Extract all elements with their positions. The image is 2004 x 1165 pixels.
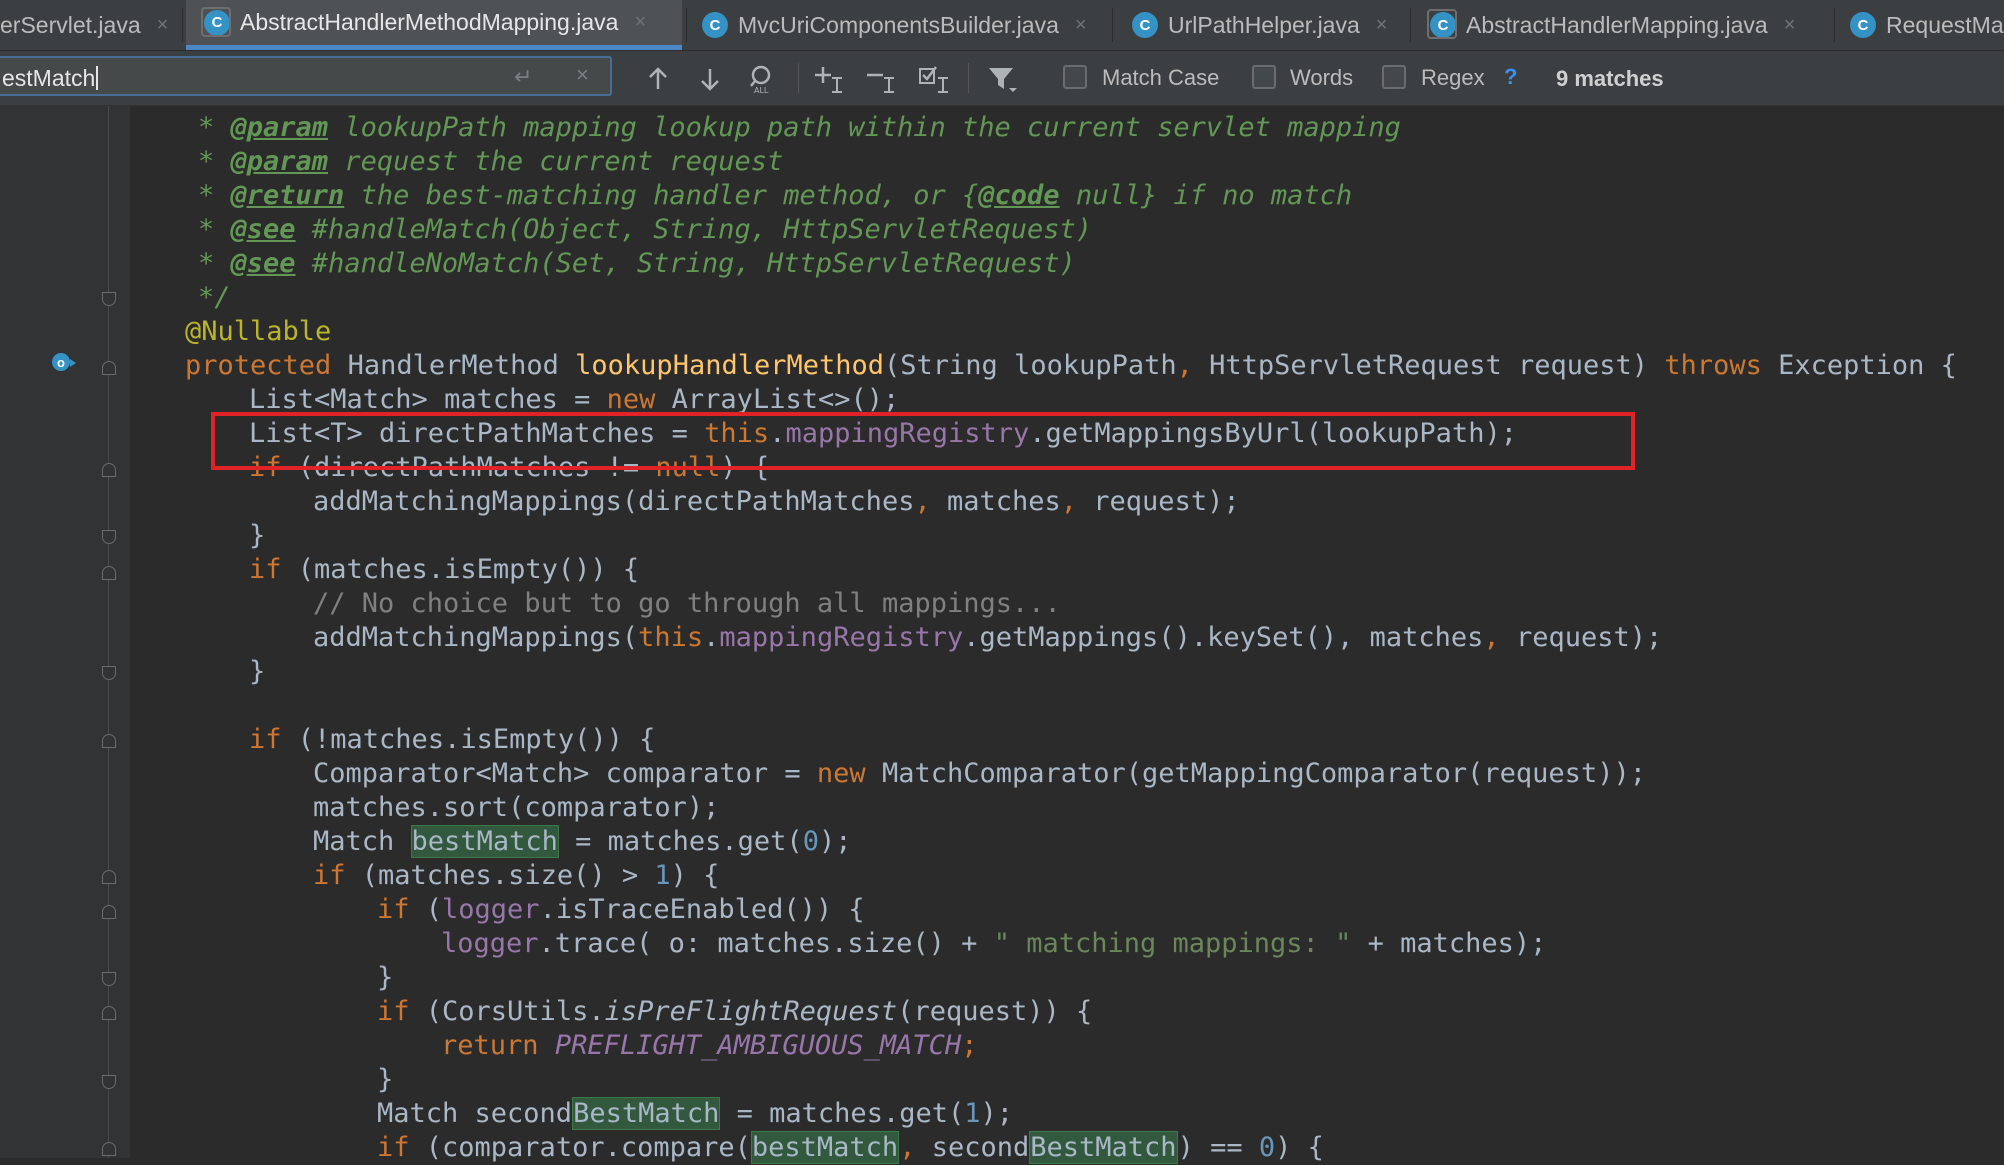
code-line: if (matches.size() > 1) { [313, 860, 720, 891]
code-line: addMatchingMappings(this.mappingRegistry… [313, 622, 1663, 653]
code-line: } [377, 1064, 394, 1095]
code-line: if (!matches.isEmpty()) { [249, 724, 656, 755]
code-line: return PREFLIGHT_AMBIGUOUS_MATCH; [441, 1030, 978, 1061]
code-line: addMatchingMappings(directPathMatches, m… [313, 486, 1240, 517]
highlight-annotation-box [211, 412, 1635, 470]
code-line: matches.sort(comparator); [313, 792, 720, 823]
code-line: // No choice but to go through all mappi… [313, 588, 1061, 619]
code-line: * @see #handleNoMatch(Set, String, HttpS… [198, 248, 1076, 279]
code-line: logger.trace( o: matches.size() + " matc… [441, 928, 1547, 959]
code-line: @Nullable [185, 316, 332, 347]
code-line: * @return the best-matching handler meth… [198, 180, 1353, 211]
code-line: * @param lookupPath mapping lookup path … [198, 112, 1401, 143]
code-editor[interactable]: * @param lookupPath mapping lookup path … [0, 0, 2004, 1164]
code-line: Comparator<Match> comparator = new Match… [313, 758, 1646, 789]
code-line: */ [198, 282, 231, 313]
code-line: * @see #handleMatch(Object, String, Http… [198, 214, 1093, 245]
code-line: Match secondBestMatch = matches.get(1); [377, 1097, 1014, 1130]
code-line: * @param request the current request [198, 146, 784, 177]
code-line: } [249, 656, 266, 687]
code-line: if (matches.isEmpty()) { [249, 554, 640, 585]
code-line: if (CorsUtils.isPreFlightRequest(request… [377, 996, 1093, 1027]
code-line: } [249, 520, 266, 551]
code-line: } [377, 962, 394, 993]
code-line: Match bestMatch = matches.get(0); [313, 825, 852, 858]
code-line: protected HandlerMethod lookupHandlerMet… [185, 350, 1957, 381]
code-line: if (logger.isTraceEnabled()) { [377, 894, 865, 925]
code-line: if (comparator.compare(bestMatch, second… [377, 1131, 1324, 1164]
